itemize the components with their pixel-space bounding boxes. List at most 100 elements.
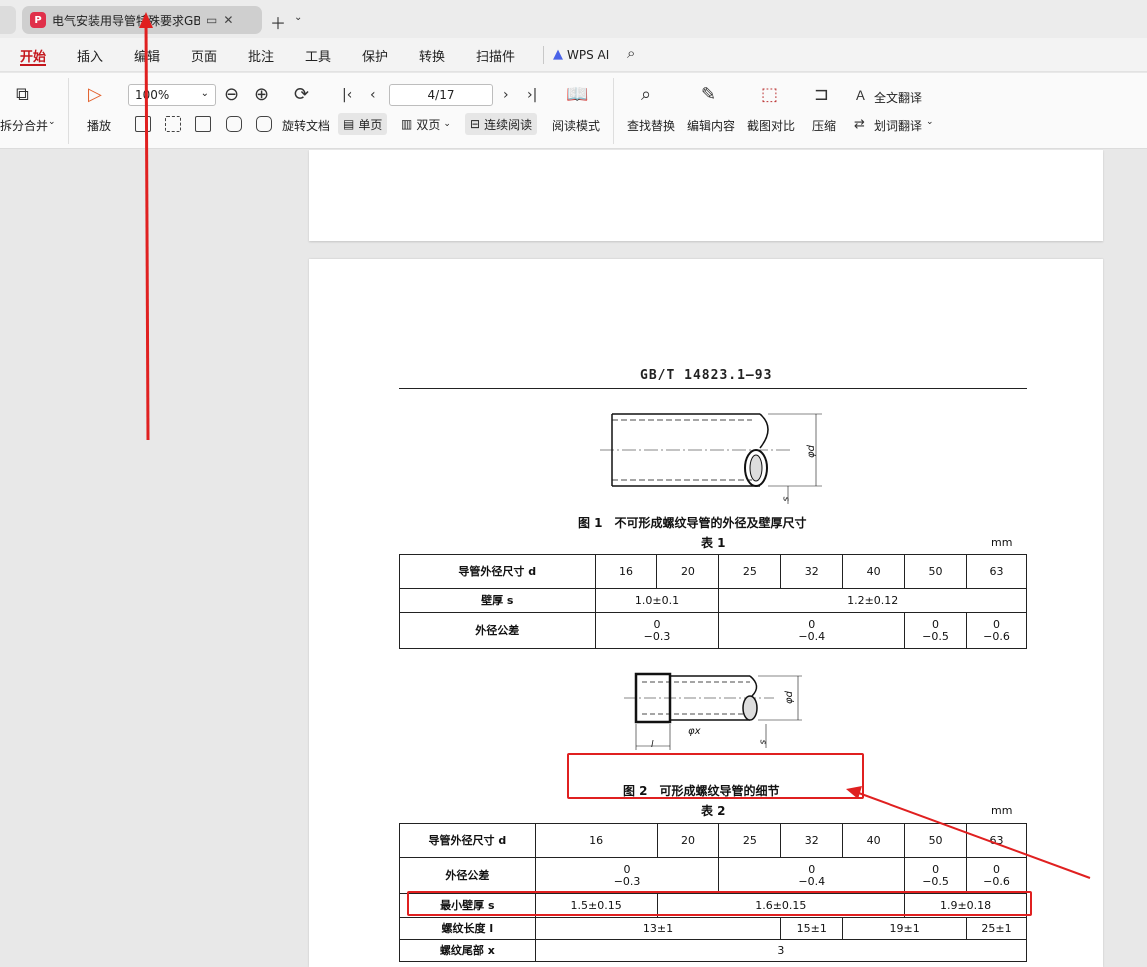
fig2-s-label: s xyxy=(757,739,768,745)
tol-lower: −0.6 xyxy=(983,874,1010,888)
table2-tolerance-cell: 0 −0.6 xyxy=(966,857,1027,894)
menu-tools[interactable]: 工具 xyxy=(305,46,331,65)
wps-ai-button[interactable]: ▲ WPS AI xyxy=(553,47,609,62)
table1-row-wall: 壁厚 s 1.0±0.1 1.2±0.12 xyxy=(399,588,1027,613)
table1-unit: mm xyxy=(991,536,1013,549)
continuous-reading-label: 连续阅读 xyxy=(484,117,533,132)
compress-button[interactable]: 压缩 xyxy=(812,117,836,134)
tol-upper: 0 xyxy=(808,617,816,631)
fit-page-icon[interactable] xyxy=(135,116,151,132)
table2-size-cell: 63 xyxy=(966,823,1027,858)
play-button[interactable]: 播放 xyxy=(87,117,111,134)
split-merge-button[interactable]: 拆分合并 xyxy=(0,117,48,134)
page-number-input[interactable]: 4/17 xyxy=(389,84,493,106)
rotate-left-icon[interactable] xyxy=(226,116,242,132)
menu-convert[interactable]: 转换 xyxy=(419,46,445,65)
tol-upper: 0 xyxy=(653,617,661,631)
table2-thread-length-header: 螺纹长度 l xyxy=(399,917,536,940)
table2-thread-length-cell: 15±1 xyxy=(780,917,844,940)
table2-tolerance-header: 外径公差 xyxy=(399,857,536,894)
actual-size-icon[interactable] xyxy=(195,116,211,132)
menu-protect[interactable]: 保护 xyxy=(362,46,388,65)
tol-upper: 0 xyxy=(932,862,940,876)
last-page-icon[interactable]: ›| xyxy=(527,86,537,104)
fig1-s-label: s xyxy=(780,496,791,502)
zoom-out-icon[interactable]: ⊖ xyxy=(224,86,239,104)
tab-title: 电气安装用导管特殊要求GB T xyxy=(52,13,200,28)
screenshot-compare-button[interactable]: 截图对比 xyxy=(747,117,795,134)
table1-size-header: 导管外径尺寸 d xyxy=(399,554,596,589)
word-translate-button[interactable]: 划词翻译 xyxy=(874,117,922,134)
tol-upper: 0 xyxy=(992,617,1000,631)
tol-lower: −0.3 xyxy=(613,874,641,888)
zoom-select[interactable]: 100% ⌄ xyxy=(128,84,216,106)
close-tab-icon[interactable]: ✕ xyxy=(223,13,233,27)
previous-tab-stub[interactable] xyxy=(0,6,16,34)
table1-size-cell: 16 xyxy=(594,554,658,589)
tab-list-chevron-icon[interactable]: ⌄ xyxy=(294,12,302,23)
table2-row-tolerance: 外径公差 0 −0.3 0 −0.4 0 −0.5 0 −0.6 xyxy=(399,857,1027,894)
tol-lower: −0.6 xyxy=(983,629,1010,643)
new-tab-plus-icon[interactable]: ＋ xyxy=(270,10,286,34)
figure2-threaded-tube-drawing xyxy=(624,672,802,750)
single-page-label: 单页 xyxy=(358,117,383,132)
compress-icon: ⊐ xyxy=(814,84,830,105)
table1-size-cell: 25 xyxy=(718,554,782,589)
continuous-reading-icon: ⊟ xyxy=(470,117,481,131)
zoom-chevron-down-icon: ⌄ xyxy=(200,88,209,99)
screenshot-compare-icon: ⬚ xyxy=(761,84,779,105)
single-page-icon: ▤ xyxy=(343,117,355,131)
edit-content-button[interactable]: 编辑内容 xyxy=(687,117,735,134)
full-translate-button[interactable]: 全文翻译 xyxy=(874,89,922,106)
tol-upper: 0 xyxy=(993,862,1001,876)
toolbar-divider xyxy=(68,78,69,144)
menu-page[interactable]: 页面 xyxy=(191,46,217,65)
reading-mode-icon: 📖 xyxy=(566,84,589,105)
table1-title: 表 1 xyxy=(701,536,726,550)
table1: 导管外径尺寸 d 16 20 25 32 40 50 63 壁厚 s 1.0±0… xyxy=(399,554,1028,649)
wps-pdf-window: P 电气安装用导管特殊要求GB T ▭ ✕ ＋ ⌄ 开始 插入 编辑 页面 批注… xyxy=(0,0,1147,967)
table2-thread-length-cell: 13±1 xyxy=(534,917,782,940)
table2-tolerance-cell: 0 −0.4 xyxy=(718,857,906,894)
find-replace-button[interactable]: 查找替换 xyxy=(627,117,675,134)
table1-size-cell: 50 xyxy=(904,554,967,589)
fig2-phi-x-label: φx xyxy=(688,726,701,737)
word-translate-chevron-icon[interactable]: ⌄ xyxy=(926,117,934,127)
table1-tolerance-cell: 0 −0.4 xyxy=(718,612,906,649)
tol-lower: −0.4 xyxy=(798,874,826,888)
rotate-document-button[interactable]: 旋转文档 xyxy=(282,117,330,134)
table1-wall-cell: 1.0±0.1 xyxy=(594,588,720,613)
single-page-button[interactable]: ▤ 单页 xyxy=(338,113,388,135)
rotate-right-icon[interactable] xyxy=(256,116,272,132)
table2-title: 表 2 xyxy=(701,804,726,818)
window-icon[interactable]: ▭ xyxy=(206,13,217,27)
standard-header: GB/T 14823.1—93 xyxy=(640,368,773,383)
double-page-button[interactable]: ▥ 双页 ⌄ xyxy=(396,113,456,135)
tol-lower: −0.5 xyxy=(922,629,949,643)
zoom-in-icon[interactable]: ⊕ xyxy=(254,86,269,104)
table1-size-cell: 32 xyxy=(780,554,844,589)
table2-size-header: 导管外径尺寸 d xyxy=(399,823,536,858)
search-icon[interactable]: ⌕ xyxy=(627,44,635,62)
continuous-reading-button[interactable]: ⊟ 连续阅读 xyxy=(465,113,538,135)
menu-start[interactable]: 开始 xyxy=(20,46,46,65)
fig2-phi-d-label: φd xyxy=(783,691,795,704)
menu-annotate[interactable]: 批注 xyxy=(248,46,274,65)
next-page-icon[interactable]: › xyxy=(503,86,509,104)
fit-width-icon[interactable] xyxy=(165,116,181,132)
table1-size-cell: 20 xyxy=(656,554,720,589)
document-tab[interactable]: P 电气安装用导管特殊要求GB T ▭ ✕ xyxy=(22,6,262,34)
table2-unit: mm xyxy=(991,804,1013,817)
reading-mode-button[interactable]: 阅读模式 xyxy=(552,117,600,134)
menu-scan[interactable]: 扫描件 xyxy=(476,46,515,65)
edit-content-icon: ✎ xyxy=(701,84,717,105)
menu-insert[interactable]: 插入 xyxy=(77,46,103,65)
previous-page-icon[interactable]: ‹ xyxy=(370,86,376,104)
menu-edit[interactable]: 编辑 xyxy=(134,46,160,65)
table2-thread-length-cell: 25±1 xyxy=(966,917,1027,940)
first-page-icon[interactable]: |‹ xyxy=(342,86,352,104)
split-merge-chevron-icon[interactable]: ⌄ xyxy=(48,117,56,127)
table2-size-cell: 16 xyxy=(534,823,658,858)
wps-ai-icon: ▲ xyxy=(553,47,563,62)
find-replace-icon: ⌕ xyxy=(641,84,652,105)
